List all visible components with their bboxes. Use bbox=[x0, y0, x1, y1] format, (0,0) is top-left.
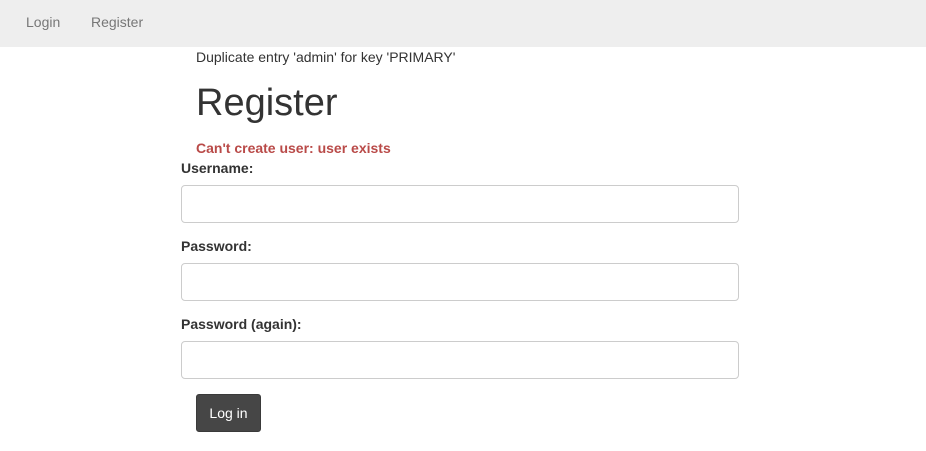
password-again-input[interactable] bbox=[181, 341, 739, 379]
database-error-message: Duplicate entry 'admin' for key 'PRIMARY… bbox=[196, 49, 456, 65]
username-label: Username: bbox=[181, 160, 254, 176]
password-again-label: Password (again): bbox=[181, 316, 302, 332]
nav-link-register[interactable]: Register bbox=[91, 13, 143, 31]
login-submit-button[interactable]: Log in bbox=[196, 394, 261, 432]
password-input[interactable] bbox=[181, 263, 739, 301]
top-navbar: Login Register bbox=[0, 0, 926, 47]
password-label: Password: bbox=[181, 238, 252, 254]
form-error-message: Can't create user: user exists bbox=[196, 140, 391, 156]
username-input[interactable] bbox=[181, 185, 739, 223]
page-title: Register bbox=[196, 82, 338, 124]
nav-link-login[interactable]: Login bbox=[26, 13, 60, 31]
